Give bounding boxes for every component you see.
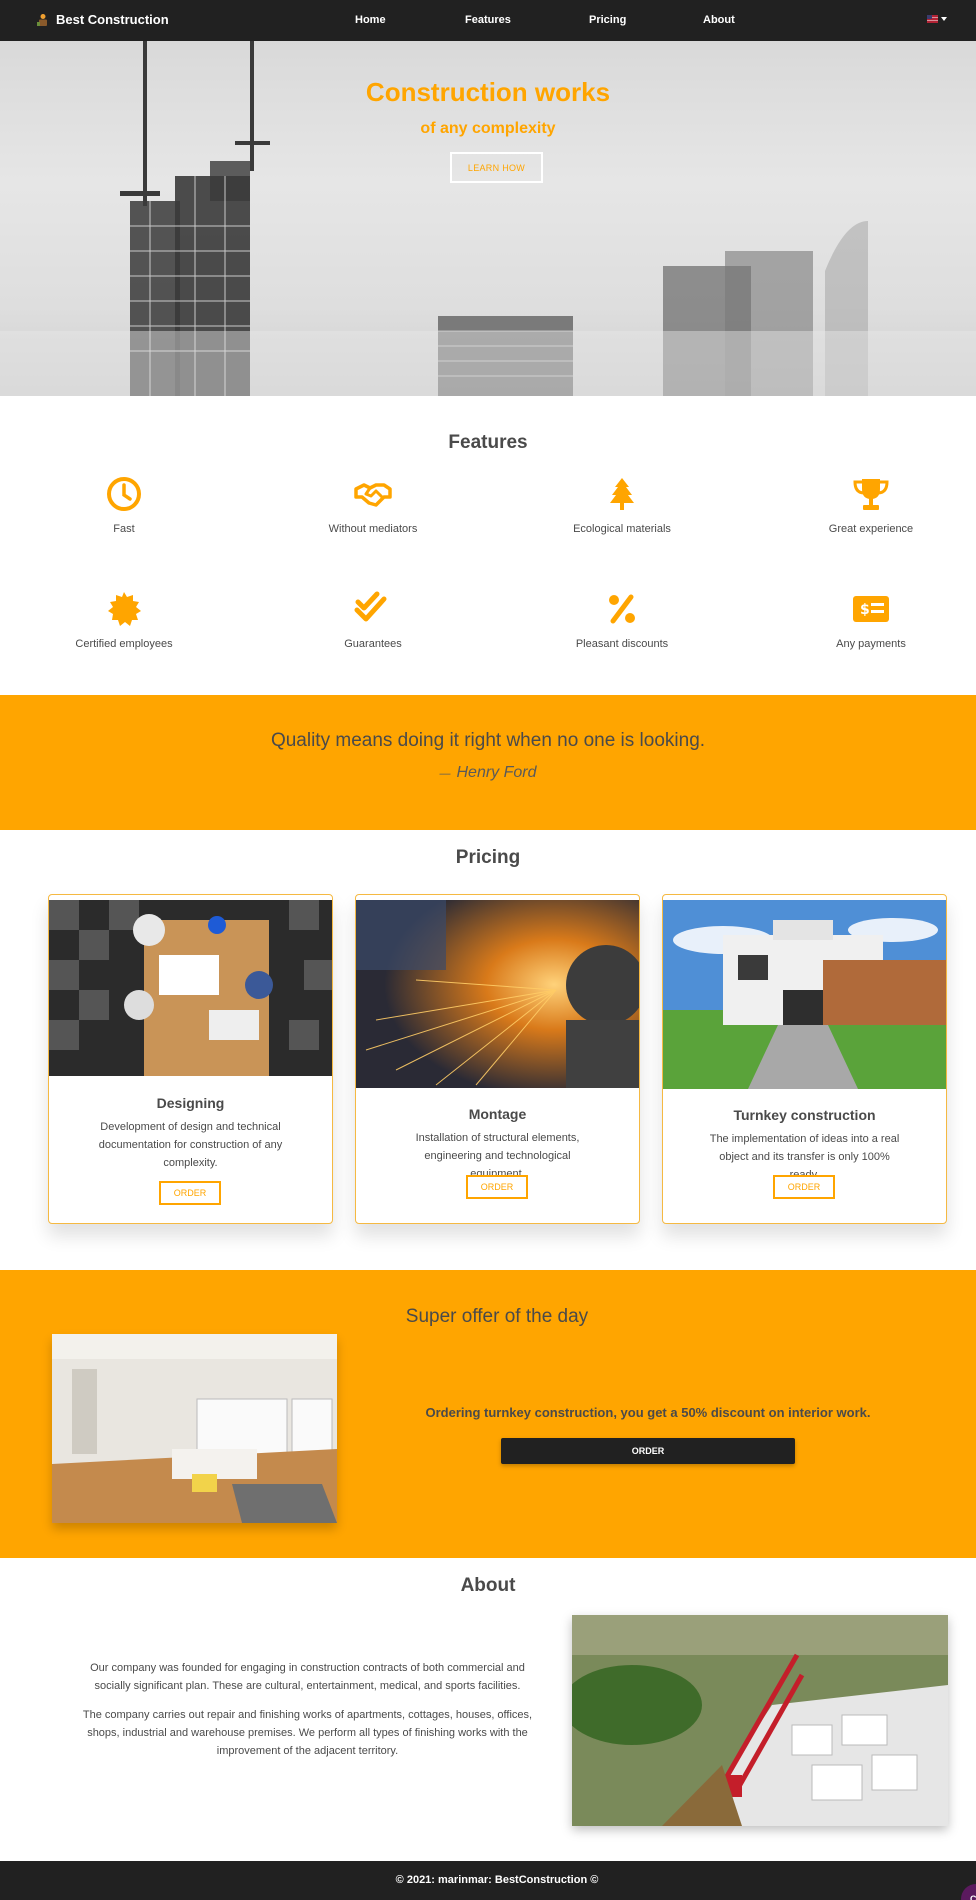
offer-order-button[interactable]: ORDER bbox=[501, 1438, 795, 1464]
brand-name: Best Construction bbox=[56, 12, 169, 27]
card-title: Turnkey construction bbox=[733, 1107, 876, 1123]
feature-label: Pleasant discounts bbox=[575, 638, 669, 650]
nav-about[interactable]: About bbox=[703, 14, 735, 26]
feature-guarantees: Guarantees bbox=[273, 590, 473, 650]
hero-subtitle: of any complexity bbox=[420, 120, 556, 137]
quote-text: Quality means doing it right when no one… bbox=[270, 730, 706, 751]
construction-site-photo bbox=[572, 1615, 948, 1826]
quote-dash: — bbox=[439, 768, 451, 780]
handshake-icon bbox=[354, 483, 392, 507]
about-title: About bbox=[460, 1575, 516, 1596]
feature-label: Any payments bbox=[836, 638, 906, 650]
feature-experience: Great experience bbox=[771, 475, 971, 535]
turnkey-house-photo bbox=[663, 900, 946, 1089]
offer-text: Ordering turnkey construction, you get a… bbox=[425, 1405, 871, 1420]
language-dropdown[interactable] bbox=[927, 15, 947, 23]
nav-features[interactable]: Features bbox=[465, 14, 511, 26]
money-check-icon: $ bbox=[853, 596, 889, 622]
feature-ecological: Ecological materials bbox=[522, 475, 722, 535]
montage-photo bbox=[356, 900, 639, 1088]
feature-label: Certified employees bbox=[75, 638, 173, 650]
nav-pricing[interactable]: Pricing bbox=[589, 14, 626, 26]
features-title: Features bbox=[448, 432, 528, 453]
feature-fast: Fast bbox=[24, 475, 224, 535]
hero-banner: Construction works of any complexity LEA… bbox=[0, 41, 976, 396]
pricing-title: Pricing bbox=[455, 847, 521, 868]
feature-label: Fast bbox=[113, 523, 135, 535]
quote-author-name: Henry Ford bbox=[456, 764, 537, 781]
construction-site-image bbox=[572, 1615, 948, 1826]
card-title: Designing bbox=[156, 1095, 225, 1111]
quote-band: Quality means doing it right when no one… bbox=[0, 695, 976, 830]
order-button[interactable]: ORDER bbox=[773, 1175, 835, 1199]
designing-photo bbox=[49, 900, 332, 1076]
nav-home[interactable]: Home bbox=[355, 14, 386, 26]
order-button[interactable]: ORDER bbox=[159, 1181, 221, 1205]
caret-down-icon bbox=[941, 17, 947, 21]
worker-logo-icon bbox=[37, 13, 47, 26]
interior-photo bbox=[52, 1334, 337, 1523]
navbar: Best Construction Home Features Pricing … bbox=[0, 0, 976, 41]
feature-mediators: Without mediators bbox=[273, 475, 473, 535]
about-paragraph-1: Our company was founded for engaging in … bbox=[90, 1662, 525, 1692]
offer-band: Super offer of the day Ordering turnkey … bbox=[0, 1270, 976, 1558]
feature-label: Great experience bbox=[828, 523, 914, 535]
certificate-icon bbox=[108, 592, 141, 626]
footer: © 2021: marinmar: BestConstruction © bbox=[0, 1861, 976, 1900]
learn-how-button[interactable]: LEARN HOW bbox=[450, 152, 543, 183]
feature-certified: Certified employees bbox=[24, 590, 224, 650]
interior-photo-image bbox=[52, 1334, 337, 1523]
feature-payments: $ Any payments bbox=[771, 590, 971, 650]
footer-copyright: © 2021: marinmar: BestConstruction © bbox=[395, 1874, 599, 1886]
uk-flag-icon bbox=[927, 15, 938, 23]
trophy-icon bbox=[853, 479, 889, 510]
svg-text:$: $ bbox=[860, 602, 870, 618]
hero-title: Construction works bbox=[365, 77, 611, 107]
about-paragraph-2: The company carries out repair and finis… bbox=[82, 1709, 533, 1757]
card-text: Development of design and technical docu… bbox=[98, 1121, 283, 1169]
feature-discounts: Pleasant discounts bbox=[522, 590, 722, 650]
clock-icon bbox=[107, 477, 141, 511]
double-check-icon bbox=[354, 591, 387, 622]
percent-icon bbox=[609, 594, 635, 624]
order-button[interactable]: ORDER bbox=[466, 1175, 528, 1199]
feature-label: Ecological materials bbox=[573, 523, 671, 535]
brand-link[interactable]: Best Construction bbox=[36, 12, 169, 27]
offer-title: Super offer of the day bbox=[405, 1306, 589, 1327]
feature-label: Guarantees bbox=[344, 638, 402, 650]
tree-icon bbox=[610, 478, 634, 510]
quote-author: — Henry Ford bbox=[0, 764, 976, 782]
feature-label: Without mediators bbox=[328, 523, 418, 535]
pricing-card-designing: Designing Development of design and tech… bbox=[48, 894, 333, 1224]
pricing-card-montage: Montage Installation of structural eleme… bbox=[355, 894, 640, 1224]
pricing-card-turnkey: Turnkey construction The implementation … bbox=[662, 894, 947, 1224]
card-title: Montage bbox=[468, 1106, 527, 1122]
